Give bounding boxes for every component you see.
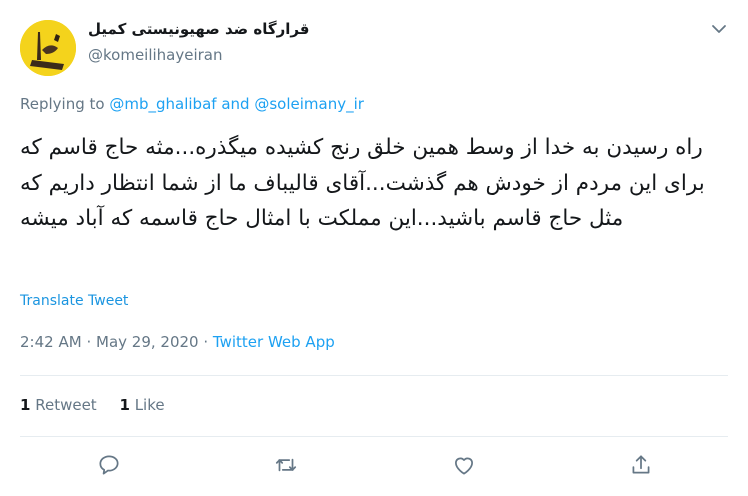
heart-icon[interactable] xyxy=(451,452,477,478)
retweet-icon[interactable] xyxy=(273,452,299,478)
like-stat-label: Like xyxy=(134,396,165,414)
chevron-down-icon[interactable] xyxy=(708,18,730,40)
action-bar xyxy=(0,452,748,482)
reply-mention-link[interactable]: @soleimany_ir xyxy=(254,95,364,113)
retweet-count: 1 xyxy=(20,396,31,414)
separator: · xyxy=(203,333,209,351)
tweet-time[interactable]: 2:42 AM xyxy=(20,333,82,351)
divider xyxy=(20,375,728,376)
replying-prefix: Replying to xyxy=(20,95,105,113)
tweet-date[interactable]: May 29, 2020 xyxy=(96,333,199,351)
avatar[interactable] xyxy=(20,20,76,76)
share-icon[interactable] xyxy=(628,452,654,478)
user-handle[interactable]: @komeilihayeiran xyxy=(88,46,223,64)
divider xyxy=(20,436,728,437)
reply-icon[interactable] xyxy=(96,452,122,478)
like-stat[interactable]: 1 Like xyxy=(119,396,164,414)
tweet-source-link[interactable]: Twitter Web App xyxy=(213,333,335,351)
like-count: 1 xyxy=(119,396,130,414)
separator: · xyxy=(86,333,92,351)
reply-and-text: and xyxy=(221,95,250,113)
replying-to: Replying to @mb_ghalibaf and @soleimany_… xyxy=(20,95,364,113)
avatar-logo-icon xyxy=(20,20,76,76)
retweet-stat[interactable]: 1 Retweet xyxy=(20,396,97,414)
display-name[interactable]: قرارگاه ضد صهیونیستی کمیل xyxy=(88,20,310,38)
tweet-metadata: 2:42 AM · May 29, 2020 · Twitter Web App xyxy=(20,333,335,351)
translate-tweet-link[interactable]: Translate Tweet xyxy=(20,293,128,309)
tweet-text: راه رسیدن به خدا از وسط همین خلق رنج کشی… xyxy=(20,135,705,231)
retweet-stat-label: Retweet xyxy=(35,396,97,414)
tweet-stats: 1 Retweet 1 Like xyxy=(20,396,183,414)
reply-mention-link[interactable]: @mb_ghalibaf xyxy=(109,95,216,113)
